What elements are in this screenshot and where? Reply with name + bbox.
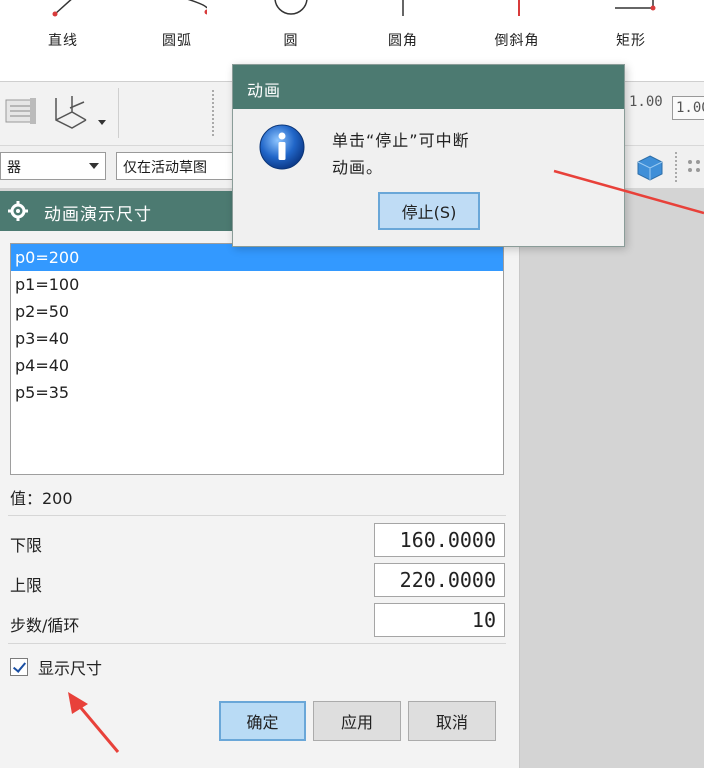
current-value-readout: 值：200 [10,489,73,508]
type-filter-dropdown[interactable]: 器 [0,152,106,180]
dialog-header: 动画 [233,65,624,109]
snap-settings-button[interactable] [684,156,704,178]
dimension-item[interactable]: p1=100 [11,271,503,298]
dialog-message-line2: 动画。 [332,158,384,177]
circle-icon [261,0,321,26]
gear-icon [8,201,28,221]
snap-value-b-box[interactable]: 1.00 [672,96,704,120]
dimension-item[interactable]: p5=35 [11,379,503,406]
animate-dimension-panel: 动画演示尺寸 p0=200 p1=100 p2=50 p3=40 p4=40 p… [0,191,520,768]
dimension-item[interactable]: p3=40 [11,325,503,352]
ribbon-circle-label: 圆 [283,33,299,49]
show-dimensions-label: 显示尺寸 [38,659,103,678]
show-dimensions-checkbox[interactable]: 显示尺寸 [10,655,102,679]
snap-value-b: 1.00 [676,100,704,116]
line-icon [33,0,93,26]
upper-limit-input[interactable]: 220.0000 [374,563,505,597]
arc-icon [147,0,210,26]
chamfer-icon [487,0,547,26]
apply-button[interactable]: 应用 [313,701,401,741]
solid-view-button[interactable] [634,152,666,182]
info-icon [258,123,306,171]
axis-view-icon [55,96,106,129]
ribbon-line-button[interactable]: 直线 [18,0,108,82]
lower-limit-label: 下限 [10,536,43,555]
cancel-button[interactable]: 取消 [408,701,496,741]
scope-filter-value: 仅在活动草图 [123,160,207,176]
scope-filter-dropdown[interactable]: 仅在活动草图 [116,152,234,180]
section-divider [8,643,506,644]
dialog-title: 动画 [247,81,282,100]
ribbon-chamfer-label: 倒斜角 [494,33,540,49]
rectangle-icon [601,0,661,26]
upper-limit-label: 上限 [10,576,43,595]
toolbar-grip [212,90,216,136]
dialog-message-line1: 单击“停止”可中断 [332,131,470,150]
view-orientation-button[interactable] [50,90,114,132]
lower-limit-input[interactable]: 160.0000 [374,523,505,557]
fillet-icon [373,0,433,26]
panel-title: 动画演示尺寸 [44,205,152,225]
section-divider [8,515,506,516]
ribbon-arc-label: 圆弧 [162,33,192,49]
ribbon-line-label: 直线 [48,33,78,49]
ribbon-arc-button[interactable]: 圆弧 [132,0,222,82]
stop-button[interactable]: 停止(S) [378,192,480,230]
snap-points-icon [688,160,700,172]
snap-value-a: 1.00 [629,94,663,110]
type-filter-value: 器 [7,160,21,176]
ribbon-fillet-label: 圆角 [388,33,418,49]
animation-dialog: 动画 单击“停止”可中断 动画。 停止(S) [232,64,625,247]
dimension-item[interactable]: p4=40 [11,352,503,379]
chevron-down-icon [89,163,99,169]
toolbar-divider [118,88,119,138]
filterbar-grip [675,152,677,182]
steps-per-cycle-input[interactable]: 10 [374,603,505,637]
sketch-layout-button[interactable] [2,94,42,128]
checkbox-checked[interactable] [10,658,28,676]
dimension-item[interactable]: p0=200 [11,244,503,271]
steps-per-cycle-label: 步数/循环 [10,616,80,635]
ok-button[interactable]: 确定 [219,701,306,741]
ribbon-rectangle-label: 矩形 [616,33,646,49]
graphics-viewport[interactable] [520,188,704,768]
document-icon [5,98,36,124]
dimension-list[interactable]: p0=200 p1=100 p2=50 p3=40 p4=40 p5=35 [10,243,504,475]
cube-icon [637,155,663,181]
dimension-item[interactable]: p2=50 [11,298,503,325]
